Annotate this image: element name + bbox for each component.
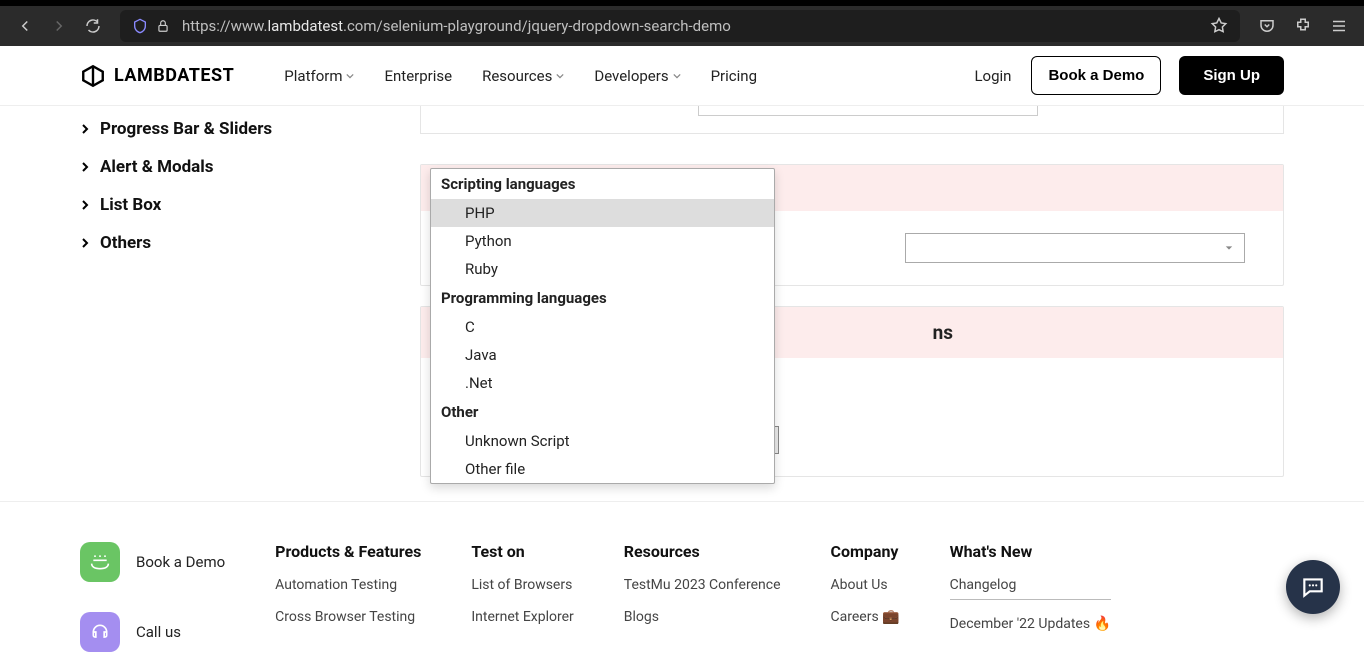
dropdown-group: Other [431, 397, 774, 427]
forward-button[interactable] [42, 9, 76, 43]
card-title-suffix: ns [933, 321, 953, 344]
dropdown-option-python[interactable]: Python [431, 227, 774, 255]
footer-cta-call[interactable]: Call us [80, 612, 225, 652]
footer-link[interactable]: Automation Testing [275, 577, 421, 593]
footer-col-products: Products & Features Automation Testing C… [275, 542, 421, 652]
url-path: .com/selenium-playground/jquery-dropdown… [343, 17, 731, 35]
dropdown-option-c[interactable]: C [431, 313, 774, 341]
dropdown-group: Scripting languages [431, 169, 774, 199]
dropdown-option-java[interactable]: Java [431, 341, 774, 369]
footer-heading: Products & Features [275, 542, 421, 561]
sidebar-item-alert[interactable]: Alert & Modals [80, 148, 370, 186]
footer-link[interactable]: December '22 Updates 🔥 [950, 616, 1111, 632]
card-top-partial [420, 106, 1284, 126]
url-prefix: https://www. [182, 17, 267, 35]
headset-icon [80, 612, 120, 652]
footer-link[interactable]: Changelog [950, 577, 1111, 600]
sidebar-item-label: Others [100, 233, 151, 253]
book-demo-button[interactable]: Book a Demo [1031, 56, 1161, 95]
chevron-right-icon [80, 162, 90, 172]
footer-col-whatsnew: What's New Changelog December '22 Update… [950, 542, 1111, 652]
footer-col-resources: Resources TestMu 2023 Conference Blogs [624, 542, 781, 652]
sidebar-item-label: List Box [100, 195, 161, 215]
extensions-icon[interactable] [1286, 9, 1320, 43]
footer: Book a Demo Call us Products & Features … [0, 501, 1364, 652]
sidebar-item-label: Progress Bar & Sliders [100, 119, 272, 139]
dropdown-option-otherfile[interactable]: Other file [431, 455, 774, 483]
footer-link[interactable]: TestMu 2023 Conference [624, 577, 781, 593]
dropdown-listbox: Scripting languages PHP Python Ruby Prog… [430, 168, 775, 484]
footer-col-teston: Test on List of Browsers Internet Explor… [471, 542, 573, 652]
url-bar[interactable]: https://www.lambdatest.com/selenium-play… [120, 10, 1240, 42]
demo-icon [80, 542, 120, 582]
login-link[interactable]: Login [974, 67, 1011, 85]
sidebar: Progress Bar & Sliders Alert & Modals Li… [80, 106, 370, 497]
main-nav: Platform Enterprise Resources Developers… [284, 67, 757, 85]
dropdown-option-ruby[interactable]: Ruby [431, 255, 774, 283]
nav-developers[interactable]: Developers [594, 67, 680, 85]
footer-heading: What's New [950, 542, 1111, 561]
sidebar-item-others[interactable]: Others [80, 224, 370, 262]
footer-heading: Resources [624, 542, 781, 561]
shield-icon [132, 18, 148, 34]
browser-toolbar: https://www.lambdatest.com/selenium-play… [0, 6, 1364, 46]
dropdown-option-net[interactable]: .Net [431, 369, 774, 397]
logo-text: LAMBDATEST [114, 65, 234, 86]
bookmark-icon[interactable] [1210, 17, 1228, 35]
footer-link[interactable]: Internet Explorer [471, 609, 573, 625]
footer-link[interactable]: List of Browsers [471, 577, 573, 593]
chevron-right-icon [80, 238, 90, 248]
browser-chrome: https://www.lambdatest.com/selenium-play… [0, 0, 1364, 46]
nav-enterprise[interactable]: Enterprise [384, 67, 452, 85]
site-header: LAMBDATEST Platform Enterprise Resources… [0, 46, 1364, 106]
chat-icon [1300, 574, 1326, 600]
footer-link[interactable]: About Us [831, 577, 900, 593]
chat-fab[interactable] [1286, 560, 1340, 614]
url-host: lambdatest [267, 17, 343, 35]
territory-select[interactable] [905, 233, 1245, 263]
back-button[interactable] [8, 9, 42, 43]
footer-heading: Test on [471, 542, 573, 561]
nav-pricing[interactable]: Pricing [711, 67, 757, 85]
chevron-right-icon [80, 124, 90, 134]
chevron-right-icon [80, 200, 90, 210]
dropdown-option-php[interactable]: PHP [431, 199, 774, 227]
sign-up-button[interactable]: Sign Up [1179, 56, 1284, 95]
menu-icon[interactable] [1322, 9, 1356, 43]
sidebar-item-label: Alert & Modals [100, 157, 214, 177]
footer-link[interactable]: Cross Browser Testing [275, 609, 421, 625]
footer-link[interactable]: Careers 💼 [831, 609, 900, 625]
footer-heading: Company [831, 542, 900, 561]
lock-icon [156, 19, 170, 33]
dropdown-group: Programming languages [431, 283, 774, 313]
footer-cta-label: Call us [136, 623, 181, 641]
footer-cta-demo[interactable]: Book a Demo [80, 542, 225, 582]
footer-cta-label: Book a Demo [136, 553, 225, 571]
reload-button[interactable] [76, 9, 110, 43]
dropdown-arrow-icon [1220, 239, 1238, 257]
nav-resources[interactable]: Resources [482, 67, 564, 85]
nav-platform[interactable]: Platform [284, 67, 354, 85]
sidebar-item-listbox[interactable]: List Box [80, 186, 370, 224]
dropdown-option-unknown[interactable]: Unknown Script [431, 427, 774, 455]
logo[interactable]: LAMBDATEST [80, 63, 234, 89]
footer-link[interactable]: Blogs [624, 609, 781, 625]
pocket-icon[interactable] [1250, 9, 1284, 43]
footer-col-company: Company About Us Careers 💼 [831, 542, 900, 652]
sidebar-item-progress[interactable]: Progress Bar & Sliders [80, 110, 370, 148]
select-partial[interactable] [698, 106, 1038, 116]
